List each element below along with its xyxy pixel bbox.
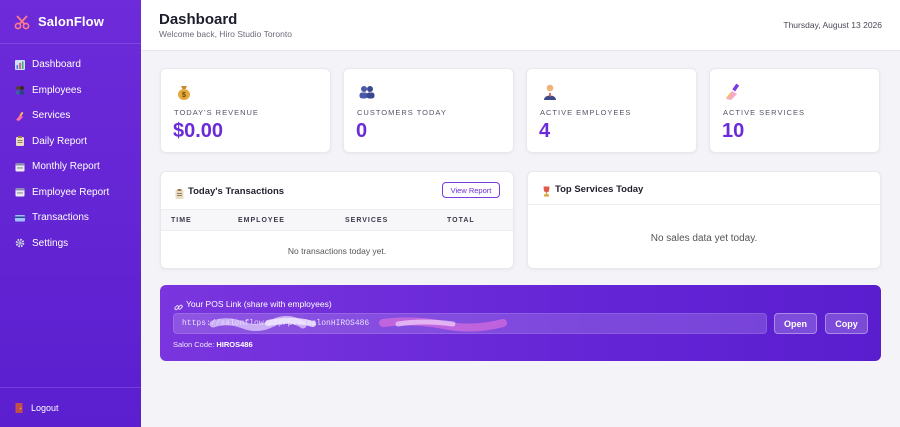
column-header-time[interactable]: TIME xyxy=(171,217,192,224)
salon-code-value: HIROS486 xyxy=(216,340,253,349)
nail-polish-icon xyxy=(15,111,25,121)
column-header-services[interactable]: SERVICES xyxy=(345,217,388,224)
top-services-card: Top Services Today No sales data yet tod… xyxy=(527,171,881,269)
transactions-header: Today's Transactions View Report xyxy=(161,172,513,210)
stat-label: Customers Today xyxy=(357,108,447,117)
sidebar-item-daily-report[interactable]: Daily Report xyxy=(0,129,141,155)
pos-link-label: Your POS Link (share with employees) xyxy=(186,299,332,309)
stat-card-employees: Active Employees 4 xyxy=(526,68,697,153)
bar-chart-icon xyxy=(15,59,25,70)
calendar-icon xyxy=(15,187,25,197)
sidebar-item-label: Employee Report xyxy=(32,186,110,198)
sidebar-item-services[interactable]: Services xyxy=(0,103,141,129)
money-bag-icon: $ xyxy=(175,83,193,101)
view-report-button[interactable]: View Report xyxy=(442,182,500,198)
transactions-empty-state: No transactions today yet. xyxy=(287,246,387,256)
sidebar-nav: Dashboard Employees Services Daily Repor… xyxy=(0,44,141,256)
sidebar-item-label: Services xyxy=(32,110,71,122)
sidebar: SalonFlow Dashboard Employees Services D… xyxy=(0,0,141,427)
sidebar-item-label: Transactions xyxy=(32,212,89,224)
open-pos-link-button[interactable]: Open xyxy=(774,313,817,334)
salon-code-label: Salon Code: xyxy=(173,340,215,349)
top-services-header: Top Services Today xyxy=(528,172,880,205)
sidebar-item-label: Daily Report xyxy=(32,135,88,147)
stat-value: 10 xyxy=(722,120,745,142)
top-services-empty-state: No sales data yet today. xyxy=(650,233,758,244)
column-header-employee[interactable]: EMPLOYEE xyxy=(238,217,285,224)
stat-card-customers: Customers Today 0 xyxy=(343,68,514,153)
people-icon xyxy=(15,85,25,95)
logout-label: Logout xyxy=(31,402,59,413)
page-title: Dashboard xyxy=(159,11,238,28)
stat-card-services: Active Services 10 xyxy=(709,68,880,153)
brand[interactable]: SalonFlow xyxy=(0,0,141,44)
sidebar-item-dashboard[interactable]: Dashboard xyxy=(0,52,141,78)
page-header: Dashboard Welcome back, Hiro Studio Toro… xyxy=(141,0,900,51)
logout-button[interactable]: Logout xyxy=(0,387,141,427)
person-icon xyxy=(541,83,559,101)
transactions-title: Today's Transactions xyxy=(188,186,285,197)
stat-value: $0.00 xyxy=(173,120,224,142)
stat-value: 0 xyxy=(356,120,368,142)
sidebar-item-label: Settings xyxy=(32,237,69,249)
pos-link-input[interactable] xyxy=(173,313,767,334)
pos-link-card: Your POS Link (share with employees) Ope… xyxy=(160,285,881,361)
trophy-icon xyxy=(542,184,551,197)
clipboard-icon xyxy=(15,136,25,147)
sidebar-item-employee-report[interactable]: Employee Report xyxy=(0,180,141,206)
sidebar-item-label: Dashboard xyxy=(32,59,81,71)
calendar-icon xyxy=(15,162,25,172)
scissors-icon xyxy=(14,14,30,30)
people-icon xyxy=(358,83,376,101)
credit-card-icon xyxy=(15,213,25,223)
transactions-card: Today's Transactions View Report TIME EM… xyxy=(160,171,514,269)
gear-icon xyxy=(15,238,25,248)
sidebar-item-employees[interactable]: Employees xyxy=(0,78,141,104)
stat-label: Today's Revenue xyxy=(174,108,259,117)
clipboard-icon xyxy=(175,186,184,199)
copy-pos-link-button[interactable]: Copy xyxy=(825,313,868,334)
nail-polish-icon xyxy=(724,83,742,101)
link-icon xyxy=(174,299,183,311)
transactions-table-header: TIME EMPLOYEE SERVICES TOTAL xyxy=(161,210,513,231)
door-icon xyxy=(15,402,23,413)
stat-label: Active Services xyxy=(723,108,805,117)
svg-text:$: $ xyxy=(182,92,186,99)
sidebar-item-transactions[interactable]: Transactions xyxy=(0,205,141,231)
salon-code: Salon Code: HIROS486 xyxy=(173,340,253,349)
sidebar-item-label: Monthly Report xyxy=(32,161,100,173)
brand-name: SalonFlow xyxy=(38,14,104,29)
sidebar-item-settings[interactable]: Settings xyxy=(0,231,141,257)
page-subtitle: Welcome back, Hiro Studio Toronto xyxy=(159,29,292,39)
stat-card-revenue: $ Today's Revenue $0.00 xyxy=(160,68,331,153)
stat-value: 4 xyxy=(539,120,551,142)
current-date: Thursday, August 13 2026 xyxy=(783,20,882,30)
stat-label: Active Employees xyxy=(540,108,632,117)
column-header-total[interactable]: TOTAL xyxy=(447,217,475,224)
top-services-title: Top Services Today xyxy=(555,184,644,195)
sidebar-item-monthly-report[interactable]: Monthly Report xyxy=(0,154,141,180)
sidebar-item-label: Employees xyxy=(32,84,82,96)
